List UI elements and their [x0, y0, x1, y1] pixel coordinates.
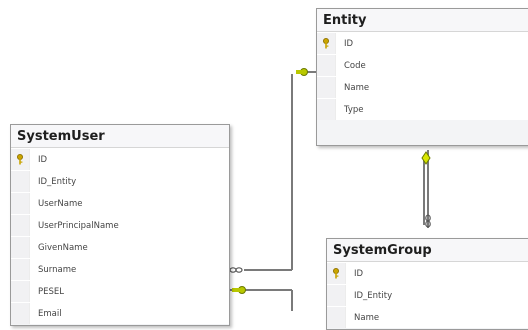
key-connector-icon [296, 68, 308, 76]
column-name: ID_Entity [354, 290, 393, 301]
column-row[interactable]: GivenName [11, 236, 229, 258]
primary-key-icon [317, 33, 336, 54]
row-selector [327, 307, 346, 328]
row-selector [327, 285, 346, 306]
column-row[interactable]: ID_Entity [327, 284, 528, 306]
relation-entity-systemuser[interactable] [244, 71, 316, 271]
systemgroup-table-title: SystemGroup [327, 239, 528, 262]
row-selector [11, 303, 30, 324]
column-name: UserPrincipalName [38, 220, 119, 231]
column-name: ID [354, 268, 364, 279]
systemuser-columns: ID ID_Entity UserName UserPrincipalName Give… [11, 148, 229, 324]
column-row[interactable]: Type [317, 98, 528, 120]
column-name: Code [344, 60, 366, 71]
column-name: Type [344, 104, 364, 115]
systemuser-table[interactable]: SystemUser ID ID_Entity UserName UserPrinci… [10, 124, 230, 326]
primary-key-icon [327, 263, 346, 284]
infinity-connector-icon [229, 267, 243, 273]
column-name: GivenName [38, 242, 88, 253]
column-name: ID_Entity [38, 176, 77, 187]
column-row[interactable]: ID [317, 32, 528, 54]
column-name: ID [38, 154, 48, 165]
row-selector [11, 237, 30, 258]
column-row[interactable]: Surname [11, 258, 229, 280]
column-name: ID [344, 38, 354, 49]
entity-table-title: Entity [317, 9, 528, 32]
column-row[interactable]: ID_Entity [11, 170, 229, 192]
column-name: PESEL [38, 286, 64, 297]
column-row[interactable]: PESEL [11, 280, 229, 302]
column-row[interactable]: UserName [11, 192, 229, 214]
row-selector [317, 99, 336, 120]
column-name: Email [38, 308, 62, 319]
systemgroup-table[interactable]: SystemGroup ID ID_Entity Name [326, 238, 528, 330]
row-selector [317, 77, 336, 98]
systemgroup-columns: ID ID_Entity Name [327, 262, 528, 328]
row-selector [317, 55, 336, 76]
relation-systemuser-systemgroup[interactable] [230, 289, 293, 311]
column-row[interactable]: Name [317, 76, 528, 98]
primary-key-icon [11, 149, 30, 170]
column-row[interactable]: UserPrincipalName [11, 214, 229, 236]
key-connector-icon [232, 286, 246, 294]
row-selector [11, 281, 30, 302]
column-row[interactable]: ID [327, 262, 528, 284]
row-selector [11, 171, 30, 192]
column-name: UserName [38, 198, 83, 209]
systemuser-table-title: SystemUser [11, 125, 229, 148]
row-selector [11, 215, 30, 236]
column-row[interactable]: Name [327, 306, 528, 328]
column-row[interactable]: ID [11, 148, 229, 170]
row-selector [11, 259, 30, 280]
row-selector [11, 193, 30, 214]
entity-table[interactable]: Entity ID Code Name Type [316, 8, 528, 146]
column-name: Surname [38, 264, 77, 275]
column-row[interactable]: Code [317, 54, 528, 76]
entity-columns: ID Code Name Type [317, 32, 528, 120]
column-name: Name [354, 312, 380, 323]
column-row[interactable]: Email [11, 302, 229, 324]
column-name: Name [344, 82, 370, 93]
